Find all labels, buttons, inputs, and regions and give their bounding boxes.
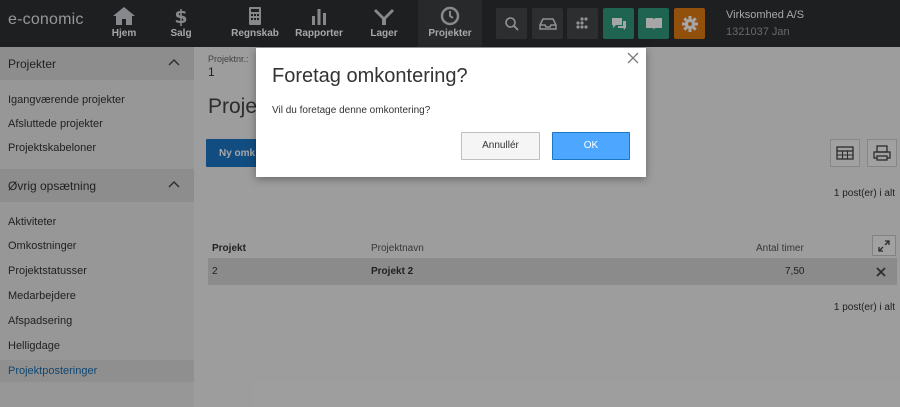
close-icon[interactable] [626,51,640,65]
dialog-title: Foretag omkontering? [272,65,468,87]
ok-button[interactable]: OK [552,132,630,160]
confirm-dialog: Foretag omkontering? Vil du foretage den… [256,48,646,177]
cancel-button[interactable]: Annullér [461,132,540,160]
dialog-message: Vil du foretage denne omkontering? [272,105,431,116]
